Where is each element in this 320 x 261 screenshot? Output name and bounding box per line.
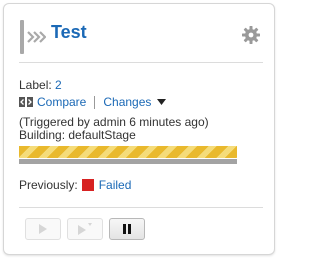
trigger-with-options-button[interactable] bbox=[67, 218, 103, 240]
failed-status-icon bbox=[81, 179, 94, 191]
play-icon bbox=[39, 224, 47, 234]
previous-failed-link[interactable]: Failed bbox=[99, 178, 132, 192]
header-divider bbox=[19, 62, 263, 63]
pause-button[interactable] bbox=[109, 218, 145, 240]
trigger-info: (Triggered by admin 6 minutes ago) bbox=[19, 115, 209, 129]
previous-status-row: Previously: Failed bbox=[19, 178, 131, 192]
footer-divider bbox=[19, 207, 263, 208]
compare-link[interactable]: Compare bbox=[37, 95, 86, 109]
gear-icon[interactable] bbox=[241, 25, 261, 45]
pipeline-status-bar bbox=[20, 20, 24, 54]
pause-icon bbox=[123, 224, 131, 234]
pipeline-name-link[interactable]: Test bbox=[51, 22, 87, 43]
previous-label: Previously: bbox=[19, 178, 78, 192]
caret-down-icon[interactable] bbox=[157, 99, 167, 105]
changes-link[interactable]: Changes bbox=[103, 95, 151, 109]
pipeline-card: Test Label: 2 Compare Changes (Triggered… bbox=[3, 3, 275, 255]
trigger-button[interactable] bbox=[25, 218, 61, 240]
build-progress-fill bbox=[19, 146, 237, 158]
compare-changes-row: Compare Changes bbox=[19, 94, 167, 110]
label-prefix: Label: bbox=[19, 78, 52, 92]
building-stage: Building: defaultStage bbox=[19, 128, 136, 142]
build-progress-bar bbox=[19, 146, 237, 158]
pipeline-header: Test bbox=[4, 4, 274, 64]
link-separator bbox=[94, 95, 96, 109]
progress-track bbox=[19, 159, 237, 164]
pipeline-arrows-icon bbox=[27, 31, 46, 43]
pipeline-controls bbox=[25, 218, 145, 240]
label-value-link[interactable]: 2 bbox=[55, 78, 62, 92]
compare-icon bbox=[19, 97, 33, 107]
play-with-options-icon bbox=[78, 223, 92, 235]
label-row: Label: 2 bbox=[19, 78, 62, 92]
